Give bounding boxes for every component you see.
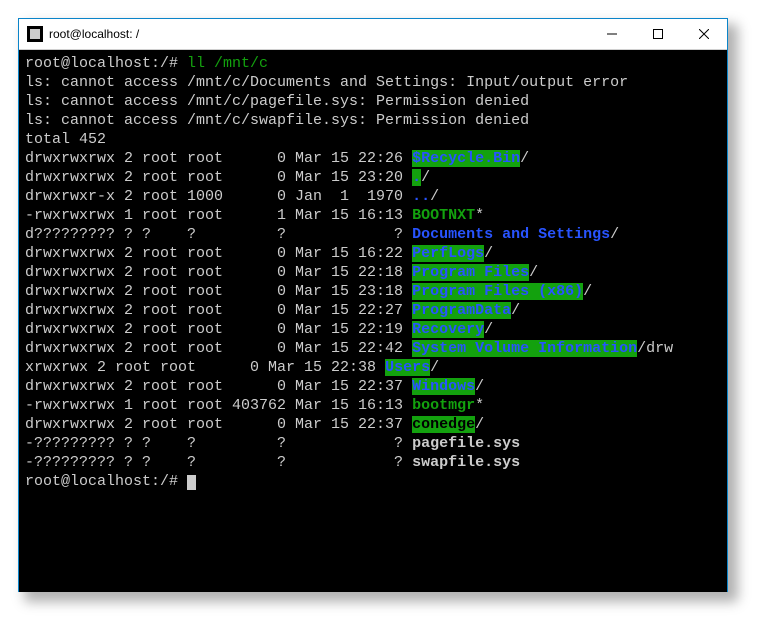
minimize-button[interactable]	[589, 19, 635, 49]
file-name: Program Files	[412, 264, 529, 281]
listing-row: drwxrwxrwx 2 root root 0 Mar 15 22:37 co…	[25, 415, 721, 434]
perm-text: drwxrwxr-x 2 root 1000 0 Jan 1 1970	[25, 188, 412, 205]
file-name: .	[412, 169, 421, 186]
perm-text: drwxrwxrwx 2 root root 0 Mar 15 22:42	[25, 340, 412, 357]
perm-text: drwxrwxrwx 2 root root 0 Mar 15 22:37	[25, 378, 412, 395]
suffix: /	[484, 321, 493, 338]
suffix: *	[475, 397, 484, 414]
file-name: ProgramData	[412, 302, 511, 319]
file-name: bootmgr	[412, 397, 475, 414]
suffix: /	[430, 188, 439, 205]
perm-text: -????????? ? ? ? ? ?	[25, 435, 412, 452]
file-name: Recovery	[412, 321, 484, 338]
file-name: Program Files (x86)	[412, 283, 583, 300]
listing-row: drwxrwxrwx 2 root root 0 Mar 15 22:26 $R…	[25, 149, 721, 168]
app-icon	[27, 26, 43, 42]
perm-text: drwxrwxrwx 2 root root 0 Mar 15 22:37	[25, 416, 412, 433]
suffix: /	[475, 416, 484, 433]
total-line: total 452	[25, 130, 721, 149]
file-name: pagefile.sys	[412, 435, 520, 452]
file-name: $Recycle.Bin	[412, 150, 520, 167]
error-line: ls: cannot access /mnt/c/pagefile.sys: P…	[25, 92, 721, 111]
file-name: Users	[385, 359, 430, 376]
suffix: /	[430, 359, 439, 376]
listing-row: -????????? ? ? ? ? ? swapfile.sys	[25, 453, 721, 472]
prompt-line: root@localhost:/# ll /mnt/c	[25, 54, 721, 73]
listing-row: drwxrwxrwx 2 root root 0 Mar 15 22:19 Re…	[25, 320, 721, 339]
file-name: PerfLogs	[412, 245, 484, 262]
suffix: /	[529, 264, 538, 281]
listing-row: drwxrwxrwx 2 root root 0 Mar 15 22:42 Sy…	[25, 339, 721, 358]
perm-text: drwxrwxrwx 2 root root 0 Mar 15 22:27	[25, 302, 412, 319]
file-name: System Volume Information	[412, 340, 637, 357]
suffix: /	[475, 378, 484, 395]
perm-text: drwxrwxrwx 2 root root 0 Mar 15 22:18	[25, 264, 412, 281]
perm-text: xrwxrwx 2 root root 0 Mar 15 22:38	[25, 359, 385, 376]
listing-row: d????????? ? ? ? ? ? Documents and Setti…	[25, 225, 721, 244]
listing-row: xrwxrwx 2 root root 0 Mar 15 22:38 Users…	[25, 358, 721, 377]
suffix: /	[520, 150, 529, 167]
titlebar[interactable]: root@localhost: /	[19, 19, 727, 50]
window-title: root@localhost: /	[49, 27, 589, 41]
listing-row: drwxrwxrwx 2 root root 0 Mar 15 22:27 Pr…	[25, 301, 721, 320]
perm-text: drwxrwxrwx 2 root root 0 Mar 15 22:19	[25, 321, 412, 338]
suffix: /	[484, 245, 493, 262]
listing-row: drwxrwxrwx 2 root root 0 Mar 15 22:18 Pr…	[25, 263, 721, 282]
file-name: Windows	[412, 378, 475, 395]
suffix: /drw	[637, 340, 673, 357]
final-prompt: root@localhost:/#	[25, 472, 721, 491]
listing-row: -rwxrwxrwx 1 root root 1 Mar 15 16:13 BO…	[25, 206, 721, 225]
suffix: /	[511, 302, 520, 319]
perm-text: drwxrwxrwx 2 root root 0 Mar 15 16:22	[25, 245, 412, 262]
terminal-body[interactable]: root@localhost:/# ll /mnt/c ls: cannot a…	[19, 50, 727, 592]
perm-text: drwxrwxrwx 2 root root 0 Mar 15 23:20	[25, 169, 412, 186]
maximize-button[interactable]	[635, 19, 681, 49]
listing-row: drwxrwxrwx 2 root root 0 Mar 15 16:22 Pe…	[25, 244, 721, 263]
file-name: BOOTNXT	[412, 207, 475, 224]
listing-row: drwxrwxrwx 2 root root 0 Mar 15 23:18 Pr…	[25, 282, 721, 301]
close-button[interactable]	[681, 19, 727, 49]
file-name: swapfile.sys	[412, 454, 520, 471]
perm-text: -rwxrwxrwx 1 root root 1 Mar 15 16:13	[25, 207, 412, 224]
listing-row: drwxrwxrwx 2 root root 0 Mar 15 23:20 ./	[25, 168, 721, 187]
perm-text: drwxrwxrwx 2 root root 0 Mar 15 22:26	[25, 150, 412, 167]
listing-row: drwxrwxr-x 2 root 1000 0 Jan 1 1970 ../	[25, 187, 721, 206]
listing-row: drwxrwxrwx 2 root root 0 Mar 15 22:37 Wi…	[25, 377, 721, 396]
perm-text: -????????? ? ? ? ? ?	[25, 454, 412, 471]
file-name: conedge	[412, 416, 475, 433]
error-line: ls: cannot access /mnt/c/swapfile.sys: P…	[25, 111, 721, 130]
error-line: ls: cannot access /mnt/c/Documents and S…	[25, 73, 721, 92]
command-text: ll /mnt/c	[187, 55, 268, 72]
suffix: /	[421, 169, 430, 186]
terminal-window: root@localhost: / root@localhost:/# ll /…	[18, 18, 728, 592]
suffix: /	[583, 283, 592, 300]
cursor	[187, 475, 196, 490]
file-name: ..	[412, 188, 430, 205]
suffix: /	[610, 226, 619, 243]
file-name: Documents and Settings	[412, 226, 610, 243]
perm-text: drwxrwxrwx 2 root root 0 Mar 15 23:18	[25, 283, 412, 300]
listing-row: -rwxrwxrwx 1 root root 403762 Mar 15 16:…	[25, 396, 721, 415]
perm-text: d????????? ? ? ? ? ?	[25, 226, 412, 243]
perm-text: -rwxrwxrwx 1 root root 403762 Mar 15 16:…	[25, 397, 412, 414]
suffix: *	[475, 207, 484, 224]
listing-row: -????????? ? ? ? ? ? pagefile.sys	[25, 434, 721, 453]
